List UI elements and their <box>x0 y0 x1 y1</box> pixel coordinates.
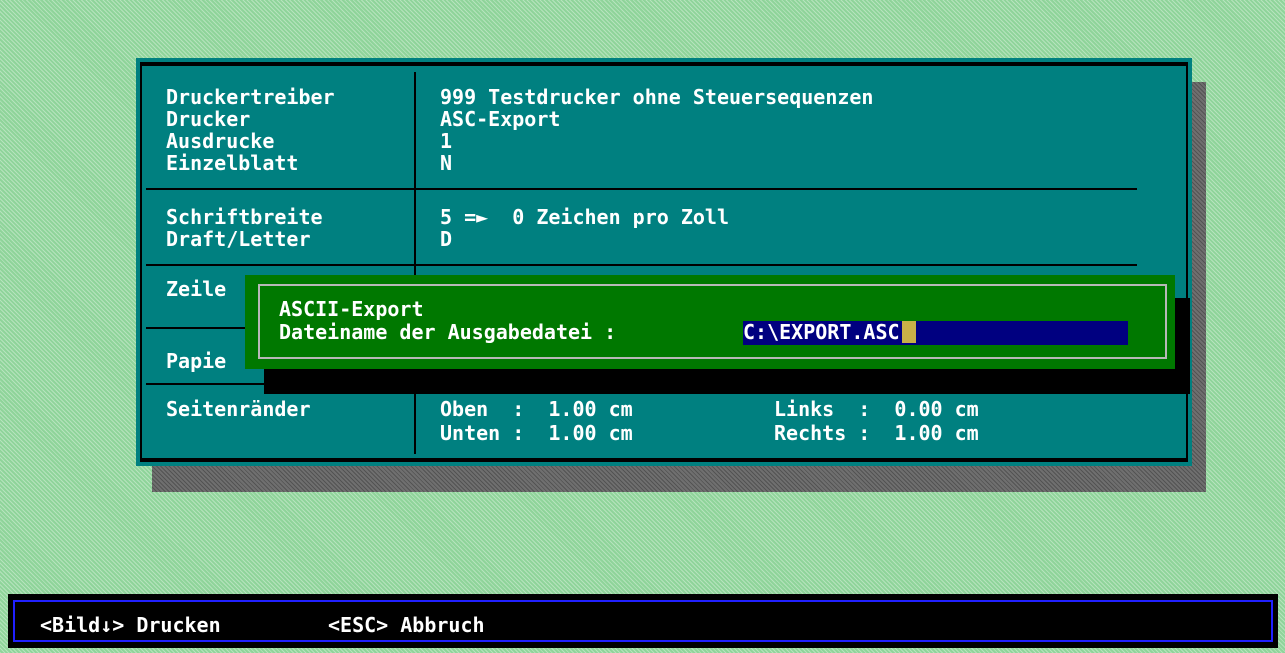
driver-label: Druckertreiber <box>166 85 335 109</box>
text-cursor <box>901 321 916 343</box>
margin-top-value[interactable]: Oben : 1.00 cm <box>440 398 633 420</box>
draft-letter-label: Draft/Letter <box>166 227 311 251</box>
cancel-key-hint[interactable]: <ESC> Abbruch <box>328 614 485 636</box>
row-divider <box>146 188 1137 190</box>
printer-label: Drucker <box>166 107 251 131</box>
row-divider <box>146 264 1137 266</box>
margin-left-value[interactable]: Links : 0.00 cm <box>774 398 979 420</box>
filename-input-text: C:\EXPORT.ASC <box>743 320 900 344</box>
filename-prompt-label: Dateiname der Ausgabedatei : <box>279 320 617 344</box>
margin-bottom-value[interactable]: Unten : 1.00 cm <box>440 422 633 444</box>
font-width-value[interactable]: 5 =► 0 Zeichen pro Zoll <box>440 206 729 228</box>
filename-input[interactable]: C:\EXPORT.ASC <box>743 321 1128 345</box>
lines-label: Zeile <box>166 277 227 301</box>
printer-value[interactable]: ASC-Export <box>440 108 560 130</box>
column-divider <box>414 72 416 454</box>
single-sheet-value[interactable]: N <box>440 152 452 174</box>
paper-label: Papie <box>166 349 227 373</box>
copies-label: Ausdrucke <box>166 129 275 153</box>
copies-value[interactable]: 1 <box>440 130 452 152</box>
single-sheet-label: Einzelblatt <box>166 151 299 175</box>
driver-value[interactable]: 999 Testdrucker ohne Steuersequenzen <box>440 86 873 108</box>
margin-right-value[interactable]: Rechts : 1.00 cm <box>774 422 979 444</box>
font-width-label: Schriftbreite <box>166 205 323 229</box>
print-key-hint[interactable]: <Bild↓> Drucken <box>40 614 221 636</box>
draft-letter-value[interactable]: D <box>440 228 452 250</box>
dialog-title: ASCII-Export <box>279 297 424 321</box>
margins-label: Seitenränder <box>166 397 311 421</box>
